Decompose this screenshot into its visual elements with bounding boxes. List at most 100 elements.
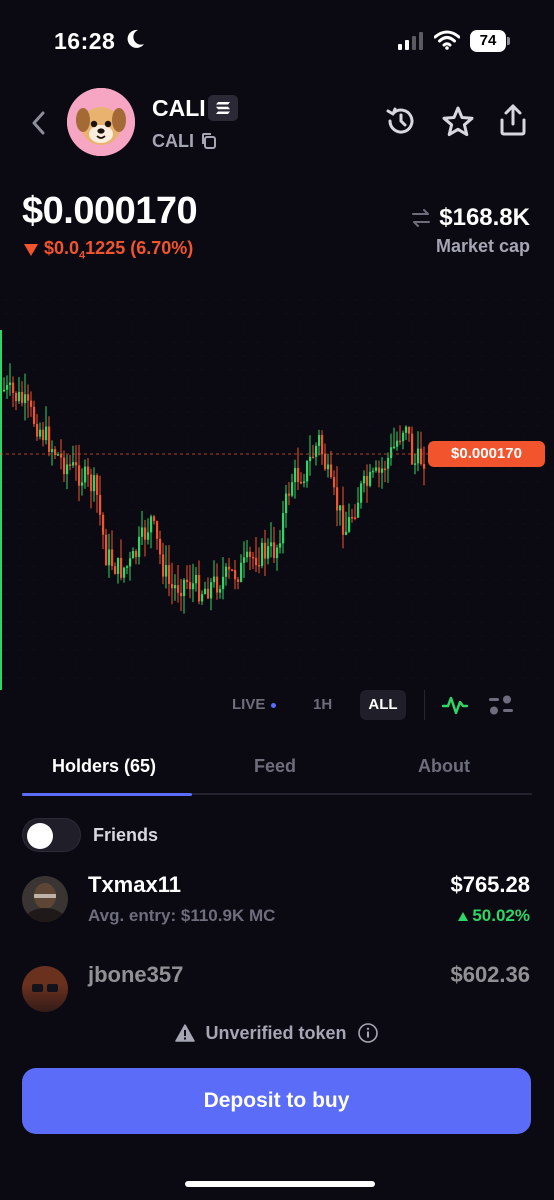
price-candlestick-chart[interactable] (0, 290, 554, 690)
candle-body (96, 475, 99, 495)
candle-body (165, 565, 168, 577)
candle-body (309, 456, 312, 462)
candle-body (291, 482, 294, 496)
current-price: $0.000170 (22, 190, 198, 232)
candle-body (363, 475, 366, 484)
candle-body (276, 547, 279, 559)
timeframe-1h[interactable]: 1H (313, 690, 332, 720)
tab-feed[interactable]: Feed (254, 756, 296, 777)
candle-body (297, 468, 300, 482)
candle-body (177, 585, 180, 593)
candle-body (87, 466, 90, 475)
candle-body (123, 567, 126, 578)
down-triangle-icon (24, 243, 38, 256)
copy-icon[interactable] (200, 132, 218, 155)
candle-body (399, 440, 402, 443)
holder-value: $765.28 (450, 872, 530, 897)
candle-body (15, 392, 18, 402)
candle-body (327, 464, 330, 470)
candle-body (198, 575, 201, 602)
candle-body (114, 566, 117, 574)
candle-body (72, 462, 75, 466)
candle-body (357, 502, 360, 518)
candle-body (183, 579, 186, 597)
candle-body (246, 551, 249, 558)
candle-body (303, 481, 306, 483)
candle-body (48, 426, 51, 452)
candle-body (81, 482, 84, 486)
candle-body (321, 435, 324, 455)
candle-body (189, 582, 192, 590)
timeframe-divider (424, 690, 425, 720)
candle-body (360, 483, 363, 503)
candle-body (84, 466, 87, 483)
candle-body (258, 565, 261, 567)
info-icon[interactable] (357, 1022, 379, 1044)
candle-body (36, 423, 39, 437)
candle-body (240, 562, 243, 582)
candle-body (234, 570, 237, 580)
candle-body (210, 582, 213, 599)
candle-body (213, 576, 216, 583)
candle-body (150, 516, 153, 533)
timeframe-all[interactable]: ALL (360, 690, 406, 720)
timeframe-live[interactable]: LIVE (232, 690, 277, 720)
candle-body (285, 493, 288, 514)
candle-body (264, 542, 267, 559)
friends-toggle-knob[interactable] (27, 823, 53, 849)
candle-body (120, 557, 123, 578)
deposit-to-buy-button[interactable]: Deposit to buy (22, 1068, 531, 1134)
candle-body (141, 527, 144, 537)
candle-body (105, 534, 108, 566)
candle-body (216, 576, 219, 593)
star-icon[interactable] (440, 104, 476, 145)
candle-body (102, 514, 105, 535)
candle-body (420, 448, 423, 465)
candle-body (159, 538, 162, 555)
tab-about[interactable]: About (418, 756, 470, 777)
wifi-icon (433, 30, 461, 55)
candle-body (195, 575, 198, 584)
moon-icon (125, 28, 145, 55)
candle-body (411, 433, 414, 465)
candle-body (156, 521, 159, 539)
line-chart-icon[interactable] (441, 692, 469, 723)
candle-body (417, 448, 420, 464)
candle-body (384, 468, 387, 471)
candle-body (129, 558, 132, 567)
candle-body (339, 505, 342, 511)
friends-label: Friends (93, 825, 159, 845)
candle-body (342, 505, 345, 535)
timeframe-live-label: LIVE (232, 696, 266, 713)
unverified-notice[interactable]: Unverified token (0, 1022, 554, 1044)
holder-name[interactable]: Txmax11 (88, 872, 181, 898)
candle-body (201, 594, 204, 602)
candle-body (93, 475, 96, 492)
back-chevron-icon[interactable] (28, 108, 50, 143)
candle-body (57, 454, 60, 456)
candle-body (78, 465, 81, 486)
candle-body (168, 565, 171, 584)
candle-body (6, 385, 9, 390)
candle-body (351, 517, 354, 519)
cellular-signal-icon (398, 32, 426, 55)
share-icon[interactable] (496, 102, 530, 143)
price-change-rest: 1225 (6.70%) (85, 238, 194, 258)
candle-body (51, 449, 54, 452)
tab-holders[interactable]: Holders (65) (52, 756, 156, 777)
avatar[interactable] (22, 876, 68, 922)
token-symbol: CALI (152, 131, 194, 151)
battery-indicator: 74 (470, 30, 506, 52)
candle-body (3, 389, 6, 392)
candle-settings-icon[interactable] (488, 692, 514, 723)
candle-body (225, 566, 228, 577)
candle-body (12, 382, 15, 393)
market-cap: $168.8K (411, 204, 530, 232)
candle-body (315, 445, 318, 457)
price-change: $0.041225 (6.70%) (24, 238, 193, 262)
home-indicator (185, 1181, 375, 1187)
candle-body (171, 583, 174, 589)
token-avatar (67, 88, 135, 156)
history-icon[interactable] (384, 104, 418, 143)
candle-body (333, 477, 336, 488)
